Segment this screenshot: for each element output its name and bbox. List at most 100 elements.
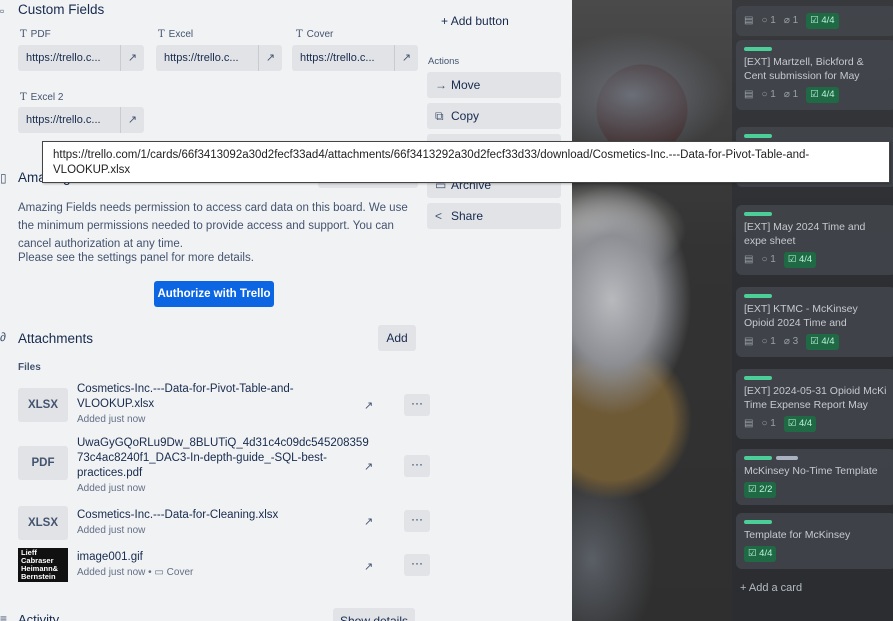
label-bar	[744, 294, 772, 298]
attachment-row[interactable]: XLSX Cosmetics-Inc.---Data-for-Pivot-Tab…	[18, 382, 430, 427]
comment-icon: ○ 1	[761, 336, 776, 347]
more-options-button[interactable]: ···	[404, 394, 430, 416]
open-link-icon[interactable]: ↗	[364, 399, 373, 412]
board-card[interactable]: ▤ ○ 1 ⌀ 1 ☑ 4/4	[736, 6, 893, 36]
card-title: [EXT] KTMC - McKinsey Opioid 2024 Time a…	[744, 303, 858, 329]
checklist-badge: ☑ 4/4	[806, 13, 839, 29]
attachment-row[interactable]: Lieff Cabraser Heimann& Bernstein image0…	[18, 548, 430, 584]
checklist-badge: ☑ 4/4	[783, 252, 817, 268]
plus-icon: +	[441, 14, 451, 28]
custom-fields-title: Custom Fields	[18, 2, 105, 17]
card-title: Template for McKinsey	[744, 529, 851, 541]
open-link-icon[interactable]: ↗	[364, 560, 373, 573]
field-label-pdf: T PDF	[20, 29, 51, 40]
description-icon: ▤	[744, 336, 754, 347]
open-link-icon[interactable]: ↗	[120, 107, 144, 133]
checklist-badge: ☑ 4/4	[806, 87, 839, 103]
description-icon: ▤	[744, 418, 754, 429]
text-type-icon: T	[296, 29, 303, 40]
authorize-button[interactable]: Authorize with Trello	[154, 281, 274, 307]
attachment-name[interactable]: image001.gif Added just now • ▭ Cover	[77, 550, 357, 580]
open-link-icon[interactable]: ↗	[394, 45, 418, 71]
more-options-button[interactable]: ···	[404, 554, 430, 576]
add-attachment-button[interactable]: Add	[378, 325, 416, 351]
attachment-row[interactable]: PDF UwaGyGQoRLu9Dw_8BLUTiQ_4d31c4c09dc54…	[18, 436, 430, 502]
board-card[interactable]: [EXT] 2024-05-31 Opioid McKi Time Expens…	[736, 369, 893, 439]
card-title: McKinsey No-Time Template	[744, 465, 878, 477]
checklist-badge: ☑ 4/4	[806, 334, 839, 350]
more-options-button[interactable]: ···	[404, 510, 430, 532]
board-background: ▤ ○ 1 ⌀ 1 ☑ 4/4 [EXT] Martzell, Bickford…	[572, 0, 893, 621]
field-pdf[interactable]: https://trello.c... ↗	[18, 45, 144, 71]
attachment-name[interactable]: UwaGyGQoRLu9Dw_8BLUTiQ_4d31c4c09dc545208…	[77, 436, 369, 496]
text-type-icon: T	[158, 29, 165, 40]
open-link-icon[interactable]: ↗	[120, 45, 144, 71]
card-title: [EXT] May 2024 Time and expe sheet	[744, 221, 866, 247]
attachment-name[interactable]: Cosmetics-Inc.---Data-for-Pivot-Table-an…	[77, 382, 357, 427]
attachment-meta: Added just now	[77, 483, 146, 494]
attachment-name[interactable]: Cosmetics-Inc.---Data-for-Cleaning.xlsx A…	[77, 508, 357, 538]
amazing-fields-description: Amazing Fields needs permission to acces…	[18, 202, 408, 250]
xlsx-thumbnail[interactable]: XLSX	[18, 388, 68, 422]
image-thumbnail[interactable]: Lieff Cabraser Heimann& Bernstein	[18, 548, 68, 582]
more-options-button[interactable]: ···	[404, 455, 430, 477]
attachment-meta: Added just now	[77, 525, 146, 536]
field-label-cover: T Cover	[296, 29, 334, 40]
open-link-icon[interactable]: ↗	[364, 460, 373, 473]
files-label: Files	[18, 362, 41, 373]
text-type-icon: T	[20, 92, 27, 103]
attachment-icon: ⌀ 3	[783, 336, 799, 347]
move-button[interactable]: → Move	[427, 72, 561, 98]
field-value[interactable]: https://trello.c...	[18, 45, 120, 71]
url-tooltip: https://trello.com/1/cards/66f3413092a30…	[42, 141, 890, 183]
comment-icon: ○ 1	[761, 254, 776, 265]
share-button[interactable]: < Share	[427, 203, 561, 229]
board-card[interactable]: [EXT] Martzell, Bickford & Cent submissi…	[736, 40, 893, 110]
copy-button[interactable]: ⧉ Copy	[427, 103, 561, 129]
field-value[interactable]: https://trello.c...	[292, 45, 394, 71]
label-bar	[744, 456, 772, 460]
field-label-excel-2: T Excel 2	[20, 92, 64, 103]
open-link-icon[interactable]: ↗	[364, 515, 373, 528]
attachment-row[interactable]: XLSX Cosmetics-Inc.---Data-for-Cleaning.…	[18, 506, 430, 542]
label-bar	[744, 212, 772, 216]
comment-count: 1	[770, 15, 776, 26]
description-icon: ▤	[744, 15, 754, 26]
description-icon: ▤	[744, 89, 754, 100]
checklist-badge: ☑ 4/4	[783, 416, 817, 432]
description-icon: ▤	[744, 254, 754, 265]
field-value[interactable]: https://trello.c...	[18, 107, 120, 133]
card-detail-panel: ▫ Custom Fields T PDF https://trello.c...…	[0, 0, 572, 621]
attachments-title: Attachments	[18, 331, 94, 346]
show-details-button[interactable]: Show details	[333, 608, 415, 621]
field-excel-2[interactable]: https://trello.c... ↗	[18, 107, 144, 133]
custom-fields-icon: ▫	[0, 4, 5, 18]
board-card[interactable]: [EXT] KTMC - McKinsey Opioid 2024 Time a…	[736, 287, 893, 357]
checklist-badge: ☑ 2/2	[744, 482, 777, 498]
board-card[interactable]: Template for McKinsey ☑ 4/4	[736, 513, 893, 569]
attachment-meta: Added just now • ▭ Cover	[77, 567, 194, 578]
attachment-icon: ⌀ 1	[783, 89, 799, 100]
attachment-count: 1	[792, 15, 799, 26]
checklist-badge: ☑ 4/4	[744, 546, 777, 562]
add-card-button[interactable]: + Add a card	[740, 582, 802, 594]
field-value[interactable]: https://trello.c...	[156, 45, 258, 71]
arrow-right-icon: →	[435, 78, 447, 92]
paperclip-icon: ∂	[0, 330, 6, 344]
actions-label: Actions	[428, 56, 460, 67]
power-up-icon: ▯	[0, 171, 7, 185]
card-title: [EXT] Martzell, Bickford & Cent submissi…	[744, 56, 864, 82]
copy-icon: ⧉	[435, 109, 444, 123]
open-link-icon[interactable]: ↗	[258, 45, 282, 71]
comment-icon: ○ 1	[761, 418, 776, 429]
share-icon: <	[435, 209, 443, 223]
add-button[interactable]: + Add button	[441, 14, 509, 28]
field-cover[interactable]: https://trello.c... ↗	[292, 45, 418, 71]
field-excel[interactable]: https://trello.c... ↗	[156, 45, 282, 71]
label-bar	[744, 47, 772, 51]
board-card[interactable]: McKinsey No-Time Template ☑ 2/2	[736, 449, 893, 505]
xlsx-thumbnail[interactable]: XLSX	[18, 506, 68, 540]
field-label-excel: T Excel	[158, 29, 194, 40]
board-card[interactable]: [EXT] May 2024 Time and expe sheet ▤ ○ 1…	[736, 205, 893, 275]
pdf-thumbnail[interactable]: PDF	[18, 446, 68, 480]
